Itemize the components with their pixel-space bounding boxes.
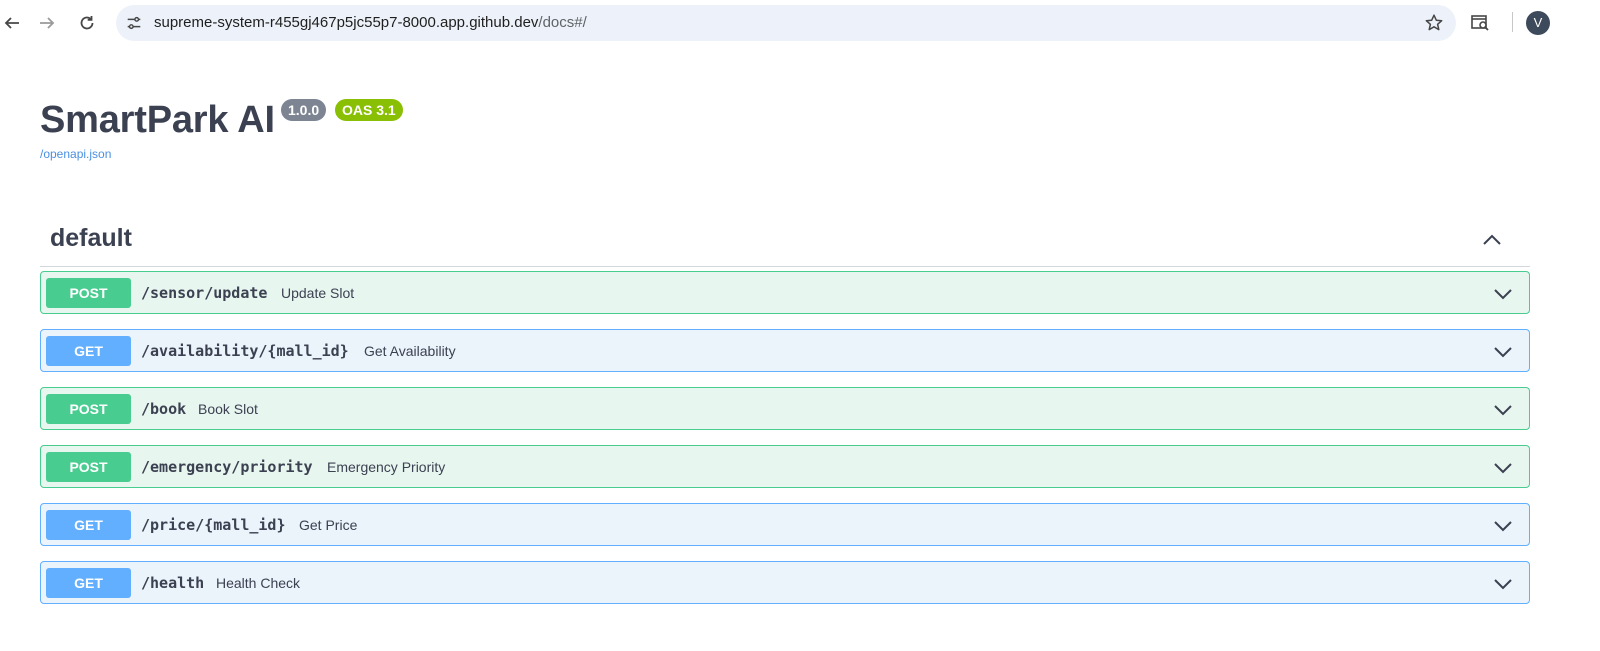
back-arrow-icon: [4, 17, 19, 29]
operation-summary: Health Check: [216, 575, 301, 591]
method-badge: POST: [46, 452, 131, 482]
url-text[interactable]: supreme-system-r455gj467p5jc55p7-8000.ap…: [154, 14, 587, 32]
operation-path: /sensor/update: [141, 284, 268, 302]
operation-path: /availability/{mall_id}: [141, 342, 349, 360]
operation-path: /book: [141, 400, 187, 418]
chevron-up-icon[interactable]: [1480, 228, 1504, 252]
bookmark-star-icon[interactable]: [1424, 13, 1444, 33]
oas-badge: OAS 3.1: [335, 99, 403, 121]
toolbar-divider: [1512, 12, 1513, 32]
url-host: supreme-system-r455gj467p5jc55p7-8000.ap…: [154, 14, 539, 31]
api-title: SmartPark AI: [40, 99, 275, 141]
operation-post-book[interactable]: POST /book Book Slot: [40, 387, 1530, 430]
version-badge: 1.0.0: [281, 99, 327, 121]
operation-summary: Emergency Priority: [327, 459, 446, 475]
method-badge: POST: [46, 278, 131, 308]
reload-icon: [80, 16, 94, 30]
method-badge: GET: [46, 336, 131, 366]
url-path: /docs#/: [538, 14, 587, 31]
back-button[interactable]: [0, 7, 28, 39]
address-bar[interactable]: supreme-system-r455gj467p5jc55p7-8000.ap…: [116, 5, 1456, 41]
chevron-down-icon[interactable]: [1491, 340, 1515, 364]
operation-post-sensor-update[interactable]: POST /sensor/update Update Slot: [40, 271, 1530, 314]
profile-avatar[interactable]: V: [1526, 11, 1550, 35]
operation-summary: Get Availability: [364, 343, 456, 359]
operation-get-price[interactable]: GET /price/{mall_id} Get Price: [40, 503, 1530, 546]
chevron-down-icon[interactable]: [1491, 282, 1515, 306]
browser-toolbar: supreme-system-r455gj467p5jc55p7-8000.ap…: [0, 0, 1600, 46]
operation-summary: Book Slot: [198, 401, 258, 417]
chevron-down-icon[interactable]: [1491, 514, 1515, 538]
openapi-json-link[interactable]: /openapi.json: [40, 147, 111, 161]
operation-path: /emergency/priority: [141, 458, 313, 476]
site-info-icon[interactable]: [124, 13, 144, 33]
chevron-down-icon[interactable]: [1491, 572, 1515, 596]
chevron-down-icon[interactable]: [1491, 456, 1515, 480]
forward-button[interactable]: [31, 7, 63, 39]
reading-mode-button[interactable]: [1467, 9, 1493, 35]
operation-summary: Update Slot: [281, 285, 355, 301]
operation-post-emergency-priority[interactable]: POST /emergency/priority Emergency Prior…: [40, 445, 1530, 488]
reload-button[interactable]: [71, 7, 103, 39]
method-badge: GET: [46, 568, 131, 598]
operation-get-health[interactable]: GET /health Health Check: [40, 561, 1530, 604]
tag-section-default[interactable]: default: [40, 220, 1530, 267]
method-badge: POST: [46, 394, 131, 424]
forward-arrow-icon: [40, 17, 55, 29]
method-badge: GET: [46, 510, 131, 540]
operation-path: /health: [141, 574, 205, 592]
operation-get-availability[interactable]: GET /availability/{mall_id} Get Availabi…: [40, 329, 1530, 372]
reading-mode-icon: [1471, 15, 1489, 31]
operation-path: /price/{mall_id}: [141, 516, 286, 534]
operation-summary: Get Price: [299, 517, 358, 533]
chevron-down-icon[interactable]: [1491, 398, 1515, 422]
tag-section-title: default: [50, 224, 132, 252]
